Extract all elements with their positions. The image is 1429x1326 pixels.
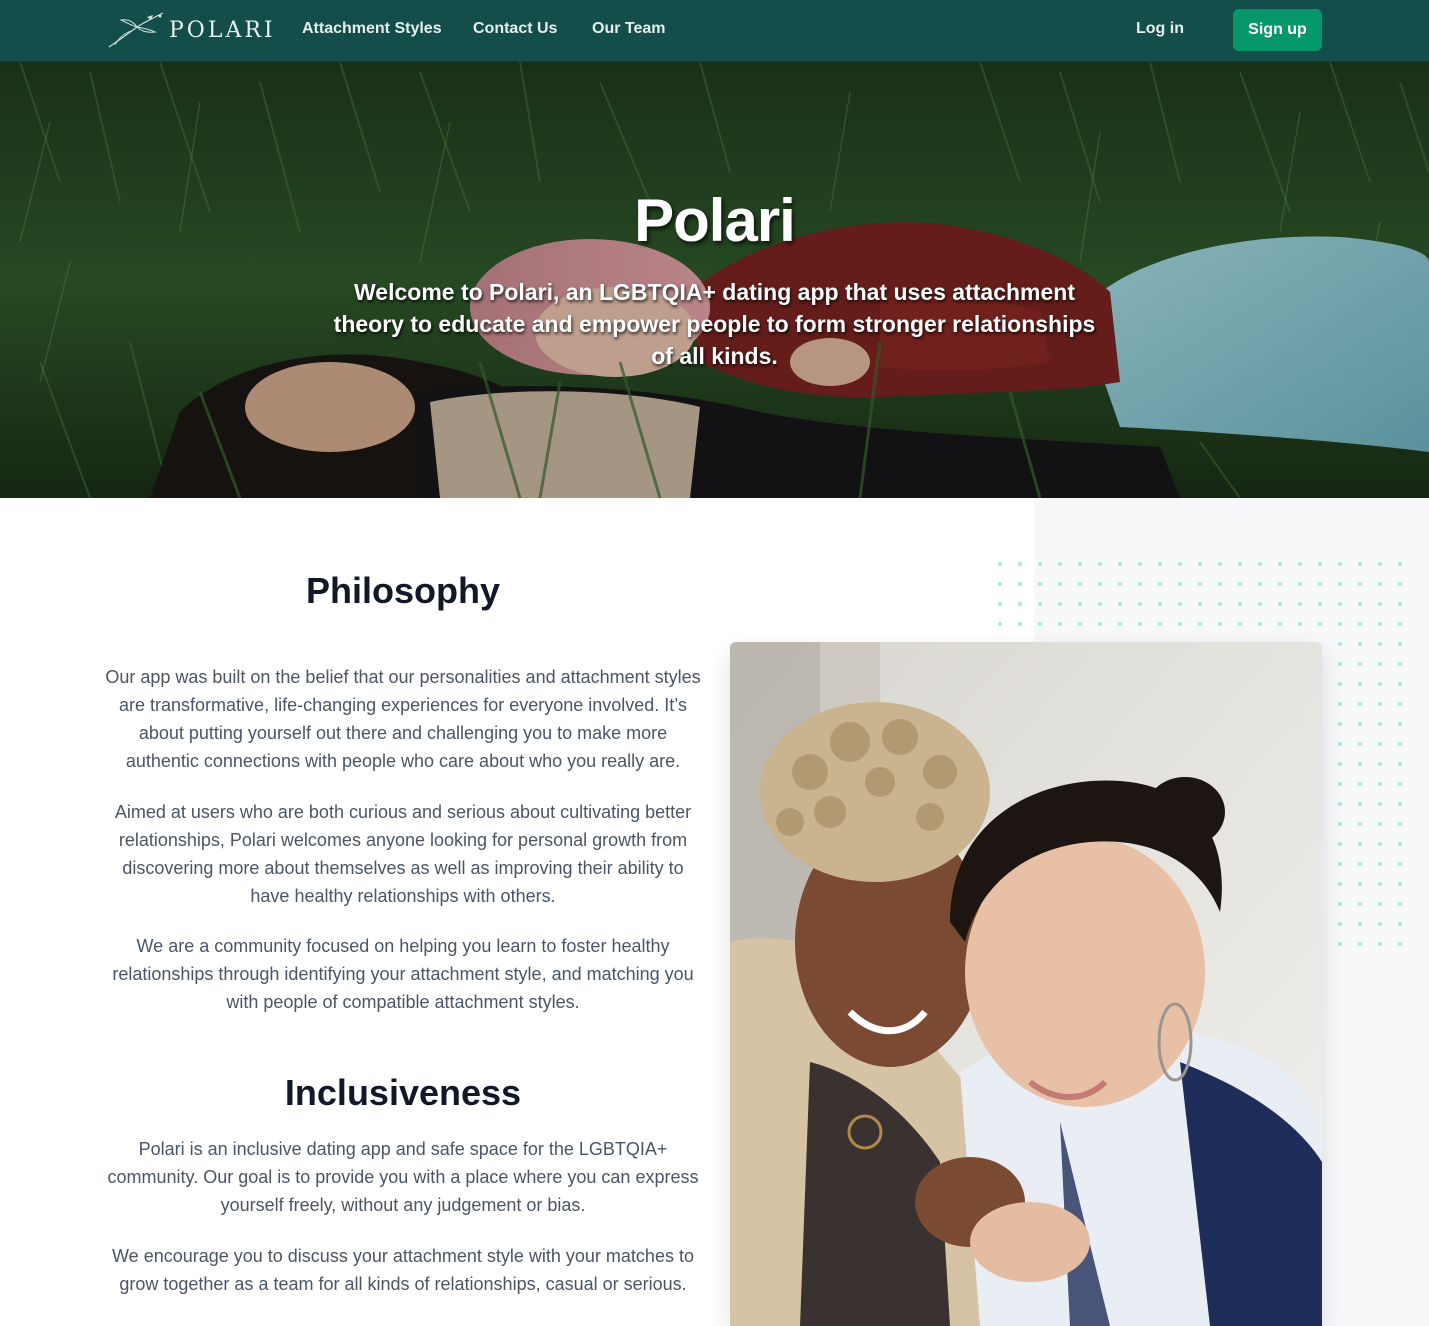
couple-photo [730,642,1322,1326]
logo-swallow-icon [108,12,164,48]
nav-link-our-team[interactable]: Our Team [592,20,666,38]
logo-text: POLARI [169,17,276,43]
philosophy-heading: Philosophy [305,570,500,611]
inclusiveness-paragraph-2: We encourage you to discuss your attachm… [112,1246,694,1294]
hero-title: Polari [634,187,796,254]
hero-subtitle: Welcome to Polari, an LGBTQIA+ dating ap… [333,279,1096,369]
top-navbar: POLARI Attachment Styles Contact Us Our … [0,0,1429,62]
inclusiveness-heading: Inclusiveness [284,1072,522,1113]
philosophy-paragraph-1: Our app was built on the belief that our… [105,667,701,771]
nav-link-attachment-styles[interactable]: Attachment Styles [302,20,442,38]
login-link[interactable]: Log in [1136,20,1184,38]
logo[interactable]: POLARI [107,11,276,49]
inclusiveness-paragraph-1: Polari is an inclusive dating app and sa… [107,1139,699,1215]
signup-button[interactable]: Sign up [1233,9,1322,51]
philosophy-paragraph-2: Aimed at users who are both curious and … [114,802,692,906]
philosophy-paragraph-3: We are a community focused on helping yo… [112,936,694,1012]
hero-banner: Polari Welcome to Polari, an LGBTQIA+ da… [0,62,1429,498]
nav-link-contact-us[interactable]: Contact Us [473,20,557,38]
